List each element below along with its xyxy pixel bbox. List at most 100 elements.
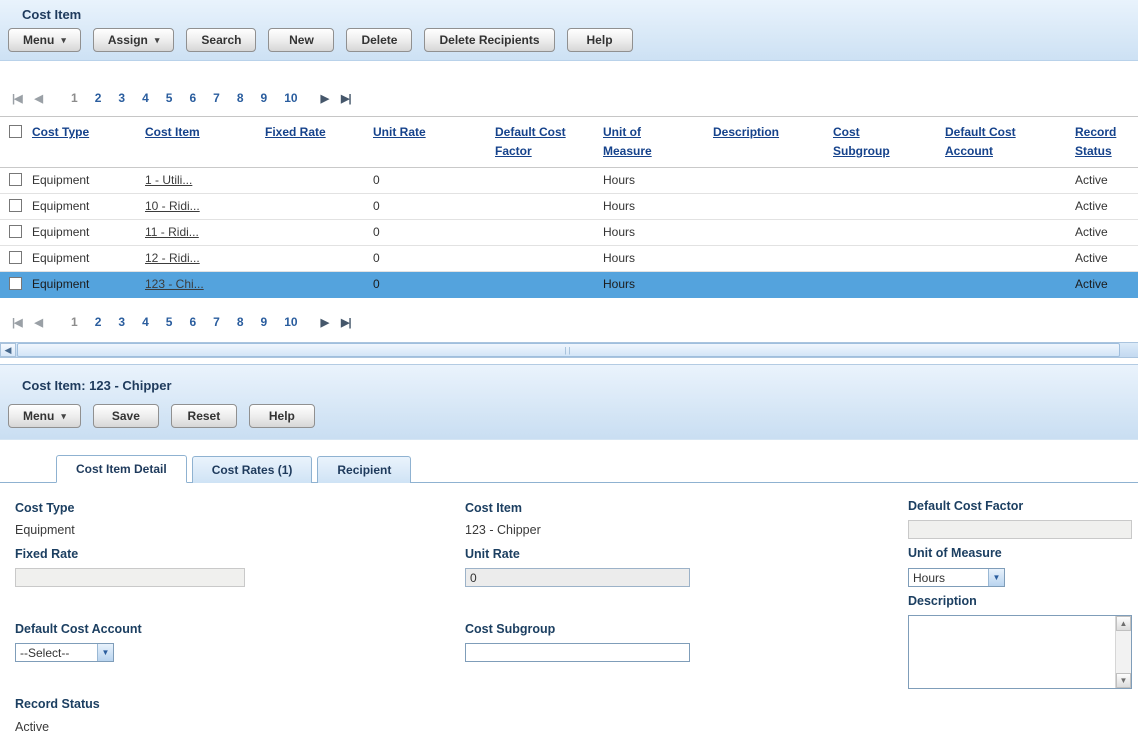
- table-row-selected[interactable]: Equipment 123 - Chi... 0 Hours Active: [0, 272, 1138, 298]
- page-number-link[interactable]: 5: [166, 91, 173, 105]
- cell-record-status: Active: [1073, 272, 1138, 298]
- table-row[interactable]: Equipment 10 - Ridi... 0 Hours Active: [0, 194, 1138, 220]
- assign-button[interactable]: Assign ▾: [93, 28, 175, 52]
- scrollbar-grip-icon: ||: [564, 346, 572, 355]
- record-status-label: Record Status: [15, 697, 100, 711]
- row-checkbox[interactable]: [9, 173, 22, 186]
- cost-item-link[interactable]: 10 - Ridi...: [145, 199, 200, 213]
- cost-item-link[interactable]: 123 - Chi...: [145, 277, 204, 291]
- scroll-up-icon[interactable]: ▲: [1116, 616, 1131, 631]
- column-header-description[interactable]: Description: [713, 123, 779, 142]
- page-number-link[interactable]: 3: [118, 315, 125, 329]
- detail-help-button[interactable]: Help: [249, 404, 315, 428]
- unit-rate-input[interactable]: 0: [465, 568, 690, 587]
- horizontal-scrollbar[interactable]: ◀ ||: [0, 342, 1138, 358]
- search-button[interactable]: Search: [186, 28, 256, 52]
- cost-item-link[interactable]: 1 - Utili...: [145, 173, 192, 187]
- page-number-link[interactable]: 7: [213, 315, 220, 329]
- assign-button-label: Assign: [108, 33, 148, 47]
- table-row[interactable]: Equipment 12 - Ridi... 0 Hours Active: [0, 246, 1138, 272]
- description-textarea[interactable]: ▲ ▼: [908, 615, 1132, 689]
- select-all-checkbox[interactable]: [9, 125, 22, 138]
- save-button[interactable]: Save: [93, 404, 159, 428]
- column-header-fixed-rate[interactable]: Fixed Rate: [265, 123, 326, 142]
- page-number-link[interactable]: 5: [166, 315, 173, 329]
- row-checkbox[interactable]: [9, 199, 22, 212]
- cell-description: [711, 194, 831, 220]
- last-page-icon[interactable]: ▶|: [341, 316, 351, 329]
- tab-recipient[interactable]: Recipient: [317, 456, 411, 483]
- new-button[interactable]: New: [268, 28, 334, 52]
- scrollbar-thumb[interactable]: ||: [17, 343, 1120, 357]
- textarea-scrollbar[interactable]: ▲ ▼: [1115, 616, 1131, 688]
- row-checkbox[interactable]: [9, 277, 22, 290]
- row-checkbox[interactable]: [9, 225, 22, 238]
- page-number-link[interactable]: 2: [95, 315, 102, 329]
- row-checkbox[interactable]: [9, 251, 22, 264]
- cell-cost-type: Equipment: [30, 246, 143, 272]
- page-number-link[interactable]: 9: [261, 315, 268, 329]
- tab-cost-item-detail[interactable]: Cost Item Detail: [56, 455, 187, 483]
- delete-recipients-button[interactable]: Delete Recipients: [424, 28, 554, 52]
- next-page-icon[interactable]: ▶: [321, 316, 328, 329]
- reset-button[interactable]: Reset: [171, 404, 237, 428]
- cell-unit-rate: 0: [371, 194, 493, 220]
- cell-default-cost-factor: [493, 168, 601, 194]
- cell-cost-subgroup: [831, 194, 943, 220]
- cost-item-link[interactable]: 11 - Ridi...: [145, 225, 199, 239]
- table-row[interactable]: Equipment 11 - Ridi... 0 Hours Active: [0, 220, 1138, 246]
- page-number-link[interactable]: 10: [284, 315, 297, 329]
- unit-of-measure-select[interactable]: Hours ▼: [908, 568, 1005, 587]
- cell-fixed-rate: [263, 220, 371, 246]
- page-number-link[interactable]: 9: [261, 91, 268, 105]
- page-number-link[interactable]: 6: [189, 91, 196, 105]
- column-header-cost-type[interactable]: Cost Type: [32, 123, 89, 142]
- menu-button[interactable]: Menu ▾: [8, 28, 81, 52]
- next-page-icon[interactable]: ▶: [321, 92, 328, 105]
- cell-description: [711, 272, 831, 298]
- default-cost-account-select[interactable]: --Select-- ▼: [15, 643, 114, 662]
- column-header-cost-item[interactable]: Cost Item: [145, 123, 200, 142]
- cell-fixed-rate: [263, 272, 371, 298]
- column-header-default-cost-account[interactable]: Default Cost Account: [945, 123, 1035, 160]
- column-header-cost-subgroup[interactable]: Cost Subgroup: [833, 123, 903, 160]
- column-header-unit-rate[interactable]: Unit Rate: [373, 123, 426, 142]
- tab-cost-rates[interactable]: Cost Rates (1): [192, 456, 313, 483]
- chevron-down-icon[interactable]: ▼: [97, 644, 113, 661]
- description-label: Description: [908, 594, 977, 608]
- page-number-link[interactable]: 8: [237, 315, 244, 329]
- page-number-link[interactable]: 4: [142, 91, 149, 105]
- cell-description: [711, 168, 831, 194]
- page-number-link[interactable]: 8: [237, 91, 244, 105]
- cell-cost-type: Equipment: [30, 168, 143, 194]
- chevron-down-icon[interactable]: ▼: [988, 569, 1004, 586]
- page-number-link[interactable]: 7: [213, 91, 220, 105]
- cell-record-status: Active: [1073, 194, 1138, 220]
- top-panel: Cost Item Menu ▾ Assign ▾ Search New Del…: [0, 0, 1138, 61]
- column-header-unit-of-measure[interactable]: Unit of Measure: [603, 123, 665, 160]
- column-header-record-status[interactable]: Record Status: [1075, 123, 1127, 160]
- scroll-left-icon[interactable]: ◀: [0, 343, 16, 357]
- page-number-link[interactable]: 3: [118, 91, 125, 105]
- page-number-link[interactable]: 10: [284, 91, 297, 105]
- column-header-default-cost-factor[interactable]: Default Cost Factor: [495, 123, 585, 160]
- table-header-row: Cost Type Cost Item Fixed Rate Unit Rate…: [0, 117, 1138, 168]
- table-row[interactable]: Equipment 1 - Utili... 0 Hours Active: [0, 168, 1138, 194]
- page-number-link[interactable]: 4: [142, 315, 149, 329]
- page-links: 1 2 3 4 5 6 7 8 9 10: [71, 91, 298, 105]
- scroll-down-icon[interactable]: ▼: [1116, 673, 1131, 688]
- menu-button-label: Menu: [23, 33, 54, 47]
- chevron-down-icon: ▾: [61, 412, 66, 421]
- fixed-rate-label: Fixed Rate: [15, 547, 78, 561]
- cell-cost-type: Equipment: [30, 272, 143, 298]
- cost-subgroup-label: Cost Subgroup: [465, 622, 555, 636]
- page-number-link[interactable]: 2: [95, 91, 102, 105]
- cost-subgroup-input[interactable]: [465, 643, 690, 662]
- help-button[interactable]: Help: [567, 28, 633, 52]
- detail-menu-button[interactable]: Menu ▾: [8, 404, 81, 428]
- delete-button[interactable]: Delete: [346, 28, 412, 52]
- last-page-icon[interactable]: ▶|: [341, 92, 351, 105]
- page-number-link[interactable]: 6: [189, 315, 196, 329]
- cost-item-link[interactable]: 12 - Ridi...: [145, 251, 200, 265]
- page-number-current: 1: [71, 91, 78, 105]
